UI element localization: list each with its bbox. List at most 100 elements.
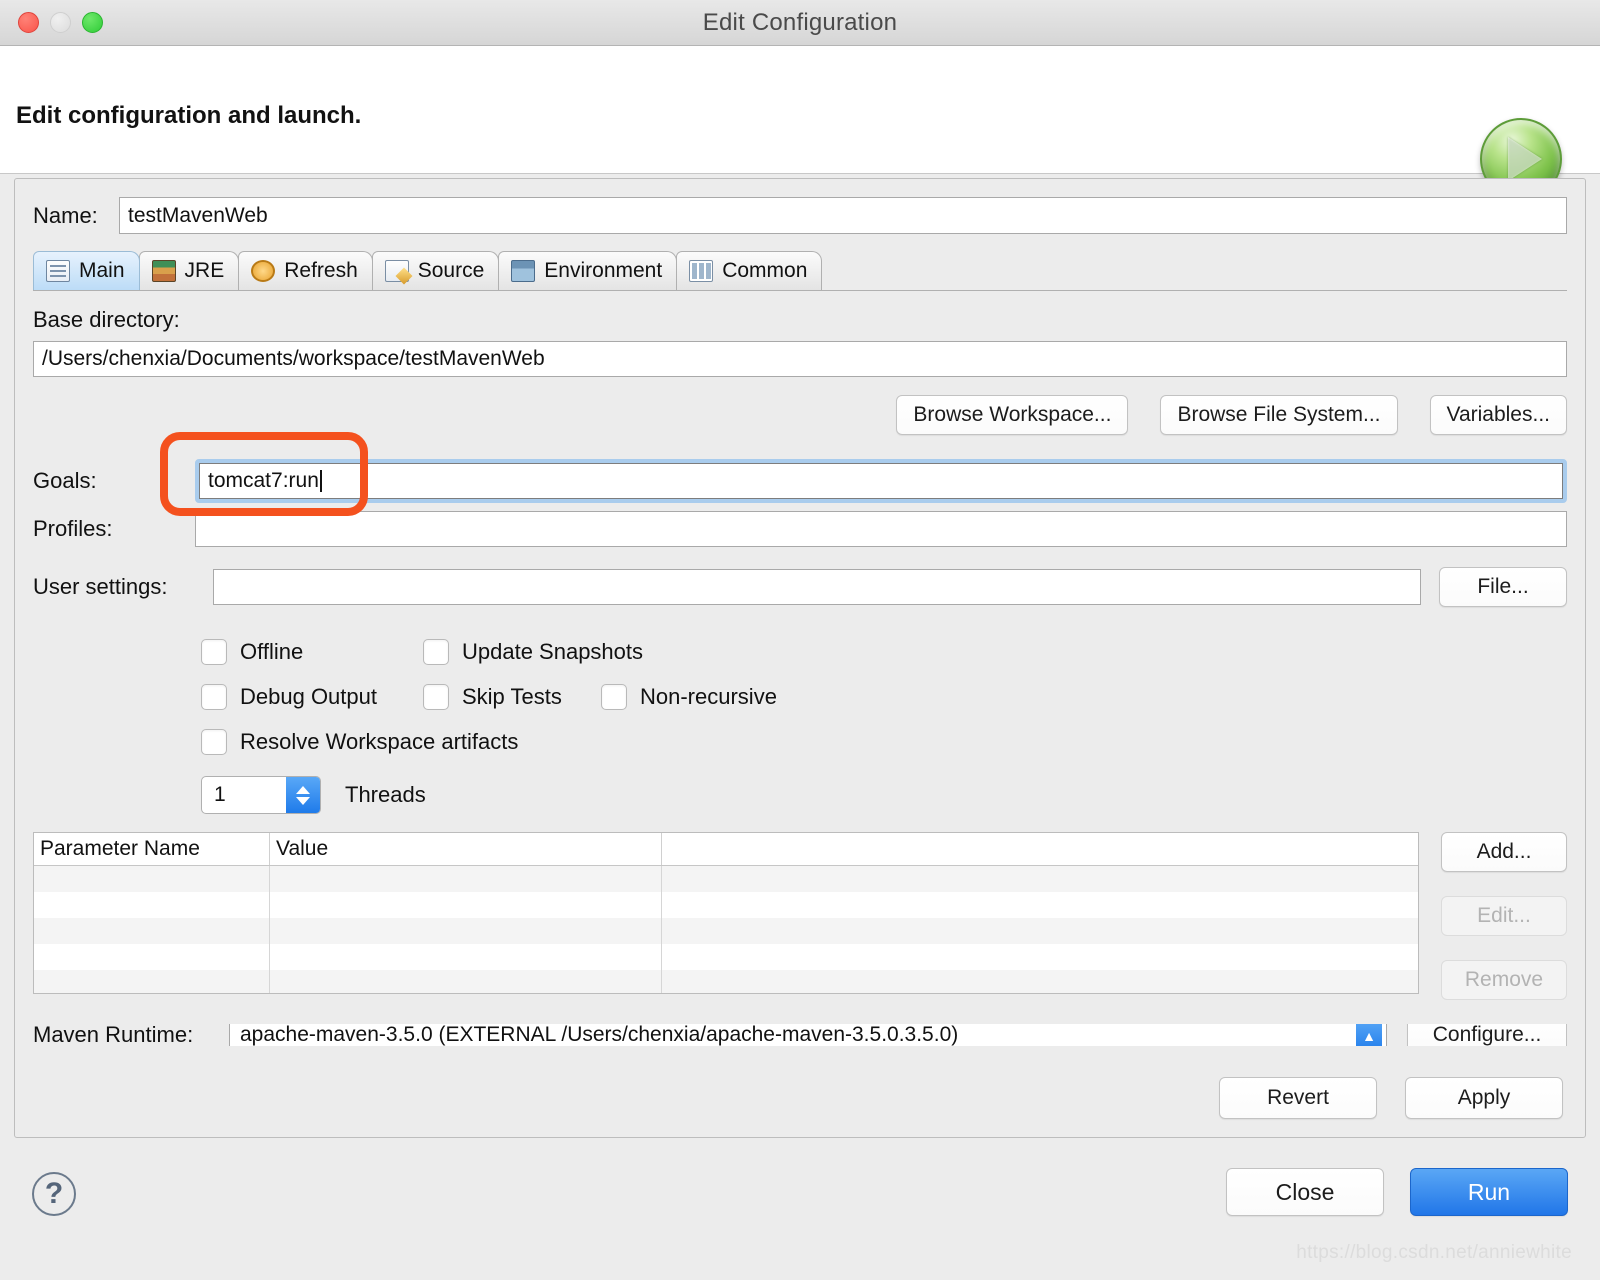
threads-stepper[interactable]: 1 bbox=[201, 776, 321, 814]
help-question-icon[interactable]: ? bbox=[32, 1172, 76, 1216]
browse-file-system-button[interactable]: Browse File System... bbox=[1160, 395, 1398, 435]
table-cell bbox=[270, 892, 662, 918]
option-checkboxes: Offline Update Snapshots Debug Output Sk… bbox=[33, 629, 1567, 764]
tab-refresh[interactable]: Refresh bbox=[238, 251, 373, 290]
run-button[interactable]: Run bbox=[1410, 1168, 1568, 1216]
tab-environment[interactable]: Environment bbox=[498, 251, 678, 290]
parameters-table[interactable]: Parameter Name Value bbox=[33, 832, 1419, 994]
revert-button[interactable]: Revert bbox=[1219, 1077, 1377, 1119]
goals-focus-ring: tomcat7:run bbox=[195, 459, 1567, 503]
tab-bar: Main JRE Refresh Source Environment Comm… bbox=[33, 250, 1585, 290]
user-settings-label: User settings: bbox=[33, 574, 168, 599]
non-recursive-checkbox-box[interactable] bbox=[601, 683, 627, 710]
resolve-workspace-artifacts-checkbox-box[interactable] bbox=[201, 728, 227, 755]
configure-button[interactable]: Configure... bbox=[1407, 1024, 1567, 1046]
non-recursive-checkbox-label: Non-recursive bbox=[640, 683, 777, 709]
tab-main[interactable]: Main bbox=[33, 251, 140, 290]
maven-runtime-row: Maven Runtime: apache-maven-3.5.0 (EXTER… bbox=[33, 1024, 1567, 1046]
skip-tests-checkbox-box[interactable] bbox=[423, 683, 449, 710]
table-row[interactable] bbox=[34, 918, 1418, 944]
main-tab-panel: Base directory: /Users/chenxia/Documents… bbox=[33, 290, 1567, 1046]
threads-label: Threads bbox=[345, 782, 426, 807]
tab-refresh-label: Refresh bbox=[284, 259, 358, 282]
table-header-row: Parameter Name Value bbox=[34, 833, 1418, 866]
column-header-value: Value bbox=[270, 833, 662, 865]
panel-button-row: Revert Apply bbox=[1219, 1077, 1563, 1119]
debug-output-checkbox-label: Debug Output bbox=[240, 683, 377, 709]
skip-tests-checkbox[interactable]: Skip Tests bbox=[423, 683, 601, 710]
table-cell bbox=[662, 970, 1418, 993]
close-button[interactable]: Close bbox=[1226, 1168, 1384, 1216]
profiles-row: Profiles: bbox=[33, 511, 1567, 547]
tab-source[interactable]: Source bbox=[371, 251, 500, 290]
maven-runtime-select[interactable]: apache-maven-3.5.0 (EXTERNAL /Users/chen… bbox=[229, 1024, 1387, 1046]
table-cell bbox=[34, 892, 270, 918]
text-caret bbox=[319, 470, 322, 492]
update-snapshots-checkbox[interactable]: Update Snapshots bbox=[423, 638, 643, 665]
table-cell bbox=[34, 970, 270, 993]
window-title: Edit Configuration bbox=[702, 8, 898, 36]
name-label: Name: bbox=[33, 202, 98, 228]
goals-input[interactable]: tomcat7:run bbox=[199, 463, 1563, 499]
tab-main-label: Main bbox=[79, 259, 125, 282]
table-row[interactable] bbox=[34, 866, 1418, 892]
tab-common[interactable]: Common bbox=[676, 251, 823, 290]
base-directory-label: Base directory: bbox=[33, 307, 180, 332]
offline-checkbox[interactable]: Offline bbox=[201, 638, 423, 665]
debug-output-checkbox[interactable]: Debug Output bbox=[201, 683, 423, 710]
offline-checkbox-box[interactable] bbox=[201, 638, 227, 665]
dialog-footer: ? Close Run https://blog.csdn.net/anniew… bbox=[14, 1156, 1586, 1266]
common-table-icon bbox=[689, 260, 714, 282]
checkbox-row-3: Resolve Workspace artifacts bbox=[201, 719, 1567, 764]
checkbox-row-1: Offline Update Snapshots bbox=[201, 629, 1567, 674]
footer-button-group: Close Run bbox=[1226, 1168, 1568, 1216]
threads-input[interactable]: 1 bbox=[202, 777, 286, 813]
refresh-arrows-icon bbox=[251, 260, 276, 282]
jre-books-icon bbox=[151, 260, 176, 282]
browse-workspace-button[interactable]: Browse Workspace... bbox=[896, 395, 1129, 435]
add-parameter-button[interactable]: Add... bbox=[1441, 832, 1567, 872]
update-snapshots-checkbox-box[interactable] bbox=[423, 638, 449, 665]
goals-label: Goals: bbox=[33, 468, 97, 493]
edit-parameter-button: Edit... bbox=[1441, 896, 1567, 936]
base-directory-input[interactable]: /Users/chenxia/Documents/workspace/testM… bbox=[33, 341, 1567, 377]
skip-tests-checkbox-label: Skip Tests bbox=[462, 683, 562, 709]
table-cell bbox=[34, 944, 270, 970]
apply-button[interactable]: Apply bbox=[1405, 1077, 1563, 1119]
goals-row: Goals: tomcat7:run bbox=[33, 459, 1567, 503]
profiles-input[interactable] bbox=[195, 511, 1567, 547]
browse-button-row: Browse Workspace... Browse File System..… bbox=[33, 395, 1567, 435]
main-clipboard-icon bbox=[46, 260, 70, 282]
name-row: Name: testMavenWeb bbox=[15, 179, 1585, 234]
chevron-down-icon[interactable] bbox=[296, 796, 310, 805]
table-row[interactable] bbox=[34, 970, 1418, 993]
dialog-header: Edit configuration and launch. bbox=[0, 46, 1600, 200]
resolve-workspace-artifacts-checkbox[interactable]: Resolve Workspace artifacts bbox=[201, 728, 518, 755]
column-header-extra bbox=[662, 833, 1418, 865]
non-recursive-checkbox[interactable]: Non-recursive bbox=[601, 683, 777, 710]
parameters-button-group: Add... Edit... Remove bbox=[1441, 832, 1567, 1000]
table-row[interactable] bbox=[34, 944, 1418, 970]
tab-source-label: Source bbox=[417, 259, 485, 282]
tab-jre-label: JRE bbox=[184, 259, 225, 282]
chevron-updown-icon[interactable]: ▲ bbox=[1356, 1024, 1382, 1046]
variables-button[interactable]: Variables... bbox=[1429, 395, 1567, 435]
user-settings-input[interactable] bbox=[213, 569, 1421, 605]
watermark-text: https://blog.csdn.net/anniewhite bbox=[1296, 1242, 1572, 1263]
name-input[interactable]: testMavenWeb bbox=[119, 197, 1567, 234]
parameters-area: Parameter Name Value Add... Edit... Remo… bbox=[33, 832, 1567, 1000]
debug-output-checkbox-box[interactable] bbox=[201, 683, 227, 710]
table-cell bbox=[270, 944, 662, 970]
table-cell bbox=[662, 918, 1418, 944]
column-header-parameter-name: Parameter Name bbox=[34, 833, 270, 865]
chevron-up-icon[interactable] bbox=[296, 785, 310, 794]
table-row[interactable] bbox=[34, 892, 1418, 918]
remove-parameter-button: Remove bbox=[1441, 960, 1567, 1000]
maven-runtime-value: apache-maven-3.5.0 (EXTERNAL /Users/chen… bbox=[240, 1024, 959, 1046]
configuration-panel: Name: testMavenWeb Main JRE Refresh Sour… bbox=[14, 178, 1586, 1138]
goals-input-value: tomcat7:run bbox=[208, 469, 319, 492]
tab-jre[interactable]: JRE bbox=[138, 251, 240, 290]
threads-stepper-arrows[interactable] bbox=[286, 777, 320, 813]
edit-configuration-window: Edit Configuration Edit configuration an… bbox=[0, 0, 1600, 1280]
user-settings-file-button[interactable]: File... bbox=[1439, 567, 1567, 607]
